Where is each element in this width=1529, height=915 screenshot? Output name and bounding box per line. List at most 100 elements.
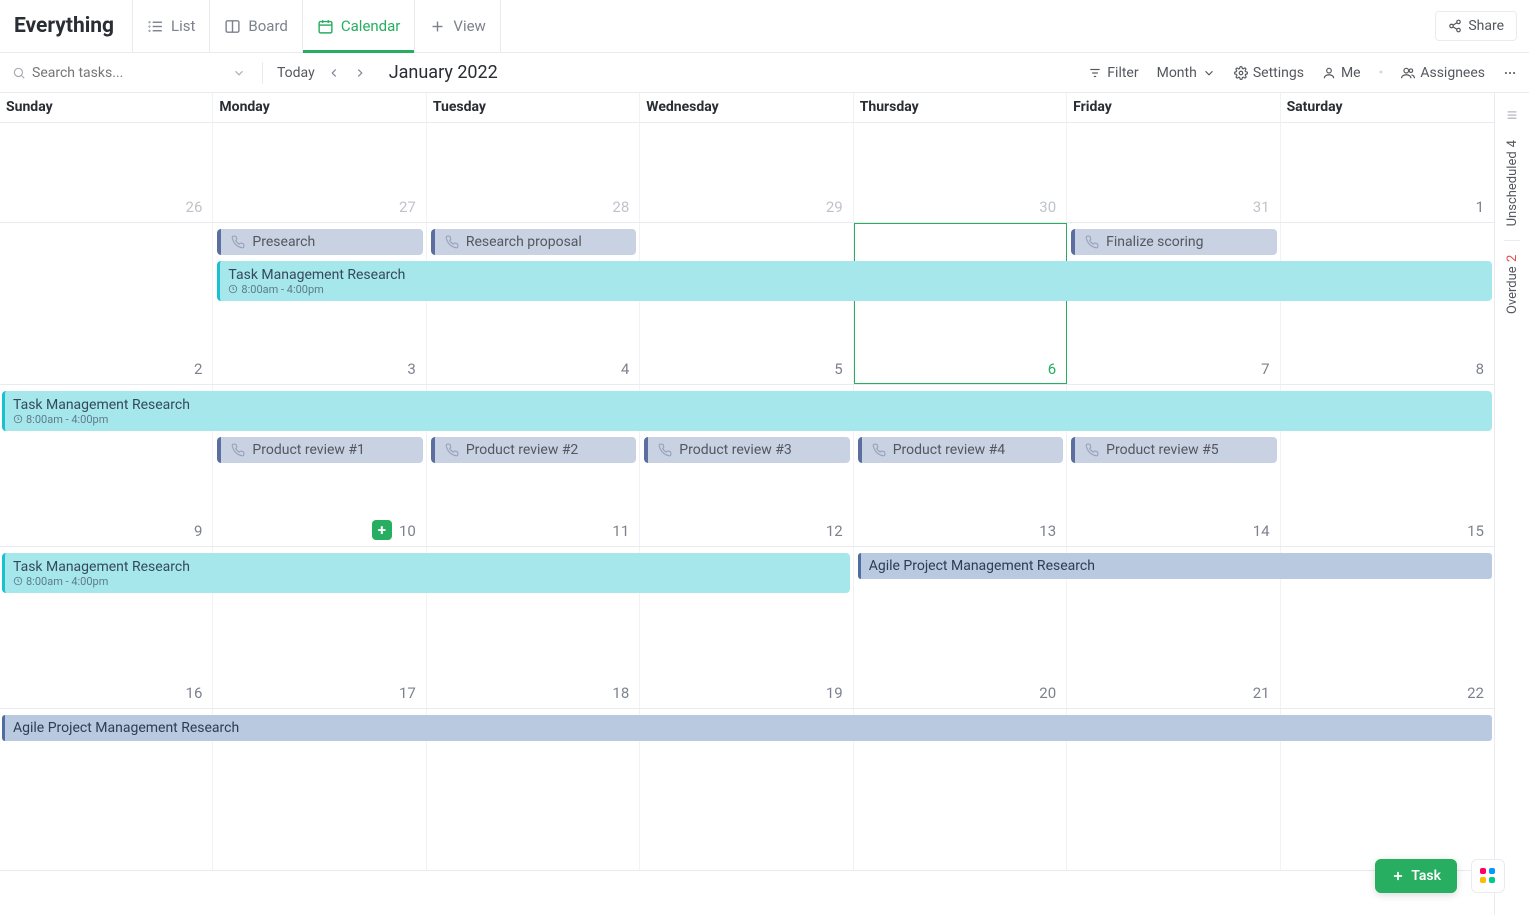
day-cell[interactable]: 28 bbox=[427, 123, 640, 222]
settings-button[interactable]: Settings bbox=[1234, 65, 1304, 81]
day-number: 12 bbox=[826, 522, 843, 540]
event-color-bar bbox=[858, 437, 862, 463]
event-time: 8:00am - 4:00pm bbox=[13, 575, 108, 588]
phone-icon bbox=[445, 443, 459, 457]
new-task-fab[interactable]: Task bbox=[1375, 859, 1457, 893]
tab-calendar[interactable]: Calendar bbox=[302, 0, 415, 52]
overdue-count: 2 bbox=[1505, 255, 1520, 262]
event-product-review-3[interactable]: Product review #3 bbox=[644, 437, 849, 463]
clock-icon bbox=[228, 284, 238, 294]
day-cell[interactable]: 26 bbox=[0, 123, 213, 222]
event-product-review-5[interactable]: Product review #5 bbox=[1071, 437, 1276, 463]
toolbar: Today January 2022 Filter Month Settings… bbox=[0, 53, 1529, 93]
phone-icon bbox=[872, 443, 886, 457]
day-number: 8 bbox=[1476, 360, 1484, 378]
day-number: 15 bbox=[1467, 522, 1484, 540]
prev-month-button[interactable] bbox=[323, 62, 345, 84]
current-month-label: January 2022 bbox=[389, 62, 498, 83]
search-icon bbox=[12, 66, 26, 80]
day-number: 19 bbox=[826, 684, 843, 702]
tab-board[interactable]: Board bbox=[209, 0, 301, 52]
plus-icon bbox=[429, 18, 446, 35]
event-product-review-4[interactable]: Product review #4 bbox=[858, 437, 1063, 463]
event-product-review-1[interactable]: Product review #1 bbox=[217, 437, 422, 463]
event-label: Research proposal bbox=[466, 234, 582, 250]
day-of-week-header: Sunday Monday Tuesday Wednesday Thursday… bbox=[0, 93, 1494, 123]
week-row: Agile Project Management Research bbox=[0, 709, 1494, 871]
granularity-dropdown[interactable]: Month bbox=[1157, 65, 1216, 81]
phone-icon bbox=[1085, 443, 1099, 457]
day-number: 6 bbox=[1048, 360, 1056, 378]
event-label: Task Management Research bbox=[228, 267, 405, 283]
filter-label: Filter bbox=[1107, 65, 1138, 81]
event-color-bar bbox=[217, 437, 221, 463]
phone-icon bbox=[658, 443, 672, 457]
day-cell[interactable]: 1 bbox=[1281, 123, 1494, 222]
event-research-proposal[interactable]: Research proposal bbox=[431, 229, 636, 255]
event-label: Product review #5 bbox=[1106, 442, 1218, 458]
event-agile-research[interactable]: Agile Project Management Research bbox=[2, 715, 1492, 741]
share-button[interactable]: Share bbox=[1435, 11, 1517, 41]
day-cell[interactable]: 30 bbox=[854, 123, 1067, 222]
search-box[interactable] bbox=[12, 62, 252, 84]
me-button[interactable]: Me bbox=[1322, 65, 1361, 81]
event-color-bar bbox=[644, 437, 648, 463]
unscheduled-panel-toggle[interactable]: Unscheduled 4 bbox=[1505, 140, 1520, 226]
tab-list[interactable]: List bbox=[132, 0, 209, 52]
people-icon bbox=[1401, 66, 1415, 80]
day-cell[interactable]: 31 bbox=[1067, 123, 1280, 222]
chevron-down-icon bbox=[1202, 66, 1216, 80]
tab-calendar-label: Calendar bbox=[341, 17, 401, 35]
day-number: 14 bbox=[1253, 522, 1270, 540]
today-button[interactable]: Today bbox=[273, 65, 319, 81]
person-icon bbox=[1322, 66, 1336, 80]
apps-button[interactable] bbox=[1471, 859, 1505, 893]
event-label: Presearch bbox=[252, 234, 315, 250]
fab-label: Task bbox=[1411, 868, 1441, 884]
calendar-icon bbox=[317, 18, 334, 35]
me-label: Me bbox=[1341, 65, 1361, 81]
event-agile-research[interactable]: Agile Project Management Research bbox=[858, 553, 1492, 579]
event-finalize-scoring[interactable]: Finalize scoring bbox=[1071, 229, 1276, 255]
tab-add-view[interactable]: View bbox=[414, 0, 500, 52]
day-number: 29 bbox=[826, 198, 843, 216]
event-presearch[interactable]: Presearch bbox=[217, 229, 422, 255]
week-row: 9 + 10 11 12 13 14 15 Task Management Re… bbox=[0, 385, 1494, 547]
filter-button[interactable]: Filter bbox=[1088, 65, 1138, 81]
day-number: 16 bbox=[186, 684, 203, 702]
queue-icon[interactable]: ≡ bbox=[1507, 105, 1518, 126]
list-icon bbox=[147, 18, 164, 35]
day-cell[interactable]: 29 bbox=[640, 123, 853, 222]
event-label: Agile Project Management Research bbox=[869, 558, 1095, 574]
event-task-mgmt-research[interactable]: Task Management Research 8:00am - 4:00pm bbox=[2, 553, 850, 593]
tab-list-label: List bbox=[171, 17, 195, 35]
day-number: 1 bbox=[1476, 198, 1484, 216]
assignees-label: Assignees bbox=[1420, 65, 1485, 81]
day-number: 2 bbox=[194, 360, 202, 378]
more-menu[interactable] bbox=[1503, 66, 1517, 80]
next-month-button[interactable] bbox=[349, 62, 371, 84]
dow-cell: Sunday bbox=[0, 93, 213, 123]
day-number: 13 bbox=[1039, 522, 1056, 540]
event-color-bar bbox=[1071, 437, 1075, 463]
dow-cell: Friday bbox=[1067, 93, 1280, 123]
add-task-button[interactable]: + bbox=[372, 520, 392, 540]
day-number: 11 bbox=[612, 522, 629, 540]
day-number: 27 bbox=[399, 198, 416, 216]
event-task-mgmt-research[interactable]: Task Management Research 8:00am - 4:00pm bbox=[217, 261, 1492, 301]
event-color-bar bbox=[217, 229, 221, 255]
overdue-panel-toggle[interactable]: Overdue 2 bbox=[1505, 255, 1520, 314]
share-icon bbox=[1448, 19, 1462, 33]
event-product-review-2[interactable]: Product review #2 bbox=[431, 437, 636, 463]
assignees-button[interactable]: Assignees bbox=[1401, 65, 1485, 81]
page-title: Everything bbox=[12, 14, 114, 38]
filter-icon bbox=[1088, 66, 1102, 80]
granularity-label: Month bbox=[1157, 65, 1197, 81]
event-task-mgmt-research[interactable]: Task Management Research 8:00am - 4:00pm bbox=[2, 391, 1492, 431]
view-tabs: List Board Calendar View bbox=[132, 0, 501, 52]
day-number: 17 bbox=[399, 684, 416, 702]
search-chevron-icon[interactable] bbox=[226, 62, 252, 84]
search-input[interactable] bbox=[32, 65, 220, 81]
event-time: 8:00am - 4:00pm bbox=[228, 283, 323, 296]
day-cell[interactable]: 27 bbox=[213, 123, 426, 222]
